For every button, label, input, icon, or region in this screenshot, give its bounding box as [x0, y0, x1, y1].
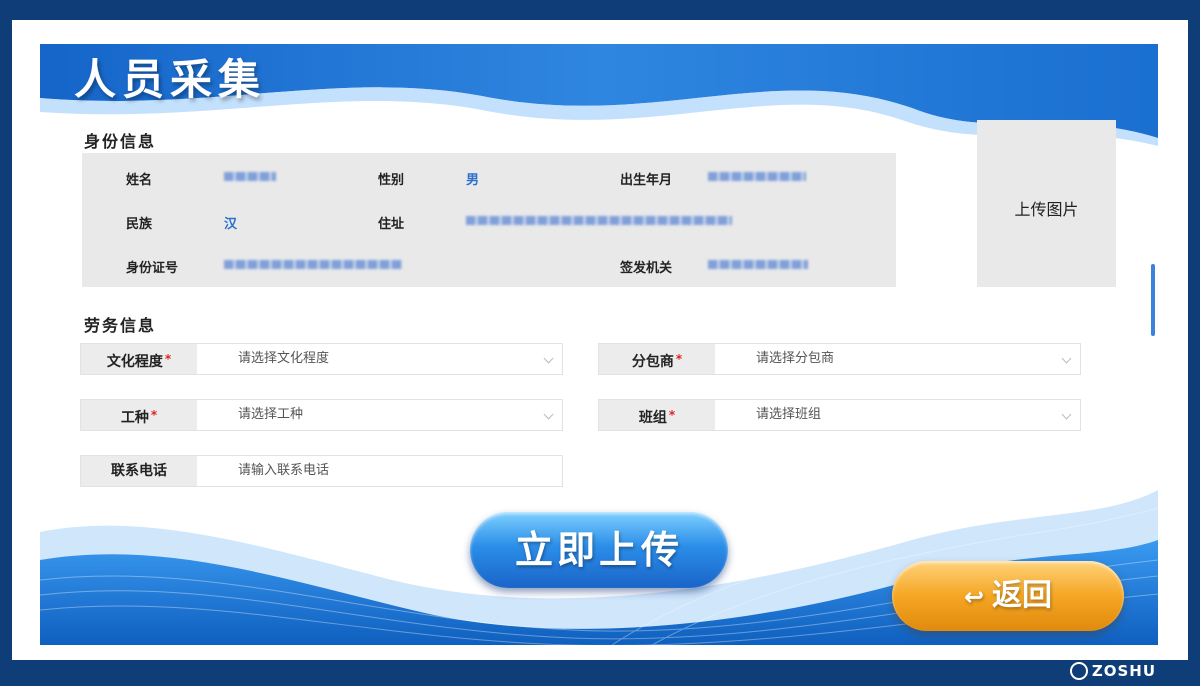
zoshu-logo-icon — [1069, 662, 1088, 680]
phone-placeholder: 请输入联系电话 — [238, 463, 330, 478]
outer-frame-bottom — [0, 660, 1200, 686]
education-placeholder: 请选择文化程度 — [238, 351, 330, 366]
team-label: 班组 — [638, 410, 667, 426]
id-number-label: 身份证号 — [126, 261, 179, 276]
identity-section-title: 身份信息 — [84, 132, 157, 151]
chevron-down-icon — [1061, 353, 1072, 364]
required-mark: * — [668, 408, 676, 422]
name-label: 姓名 — [126, 173, 153, 188]
subcontractor-placeholder: 请选择分包商 — [756, 351, 835, 366]
ethnicity-label: 民族 — [126, 217, 153, 232]
upload-image-box[interactable]: 上传图片 — [977, 120, 1116, 287]
education-select[interactable]: 文化程度 * 请选择文化程度 — [80, 343, 563, 375]
gender-label: 性别 — [378, 173, 405, 188]
required-mark: * — [150, 408, 158, 422]
chevron-down-icon — [543, 409, 554, 420]
subcontractor-label: 分包商 — [631, 354, 674, 370]
team-placeholder: 请选择班组 — [756, 407, 822, 422]
job-type-placeholder: 请选择工种 — [238, 407, 304, 422]
scrollbar-thumb[interactable] — [1151, 264, 1155, 336]
chevron-down-icon — [1061, 409, 1072, 420]
identity-panel: 姓名 性别 男 出生年月 民族 汉 住址 身份证号 签发机关 — [82, 153, 896, 287]
issuer-value-redacted — [708, 260, 808, 269]
phone-label: 联系电话 — [111, 463, 167, 479]
upload-image-label: 上传图片 — [1014, 200, 1079, 219]
job-type-select[interactable]: 工种 * 请选择工种 — [80, 399, 563, 431]
phone-input[interactable]: 联系电话 请输入联系电话 — [80, 455, 563, 487]
subcontractor-select[interactable]: 分包商 * 请选择分包商 — [598, 343, 1081, 375]
gender-value: 男 — [466, 173, 480, 188]
back-button[interactable]: ↩ 返回 — [892, 561, 1124, 631]
labor-section-title: 劳务信息 — [84, 316, 157, 335]
education-label: 文化程度 — [106, 354, 163, 370]
team-select[interactable]: 班组 * 请选择班组 — [598, 399, 1081, 431]
birth-value-redacted — [708, 172, 806, 181]
address-label: 住址 — [378, 217, 405, 232]
return-arrow-icon: ↩ — [963, 583, 985, 611]
page-title: 人员采集 — [74, 55, 267, 104]
app-window: 人员采集 身份信息 姓名 性别 男 出生年月 民族 汉 住址 身份证号 签发机关… — [12, 20, 1188, 660]
required-mark: * — [675, 352, 683, 366]
back-button-label: 返回 — [992, 578, 1053, 613]
job-type-label: 工种 — [120, 410, 149, 426]
issuer-label: 签发机关 — [620, 261, 673, 276]
name-value-redacted — [224, 172, 276, 181]
upload-now-button[interactable]: 立即上传 — [470, 512, 728, 588]
watermark: ZOSHU — [1069, 662, 1156, 680]
chevron-down-icon — [543, 353, 554, 364]
ethnicity-value: 汉 — [224, 217, 238, 232]
watermark-text: ZOSHU — [1091, 662, 1156, 680]
birth-label: 出生年月 — [620, 173, 673, 188]
required-mark: * — [164, 352, 172, 366]
id-number-value-redacted — [224, 260, 402, 269]
address-value-redacted — [466, 216, 732, 225]
